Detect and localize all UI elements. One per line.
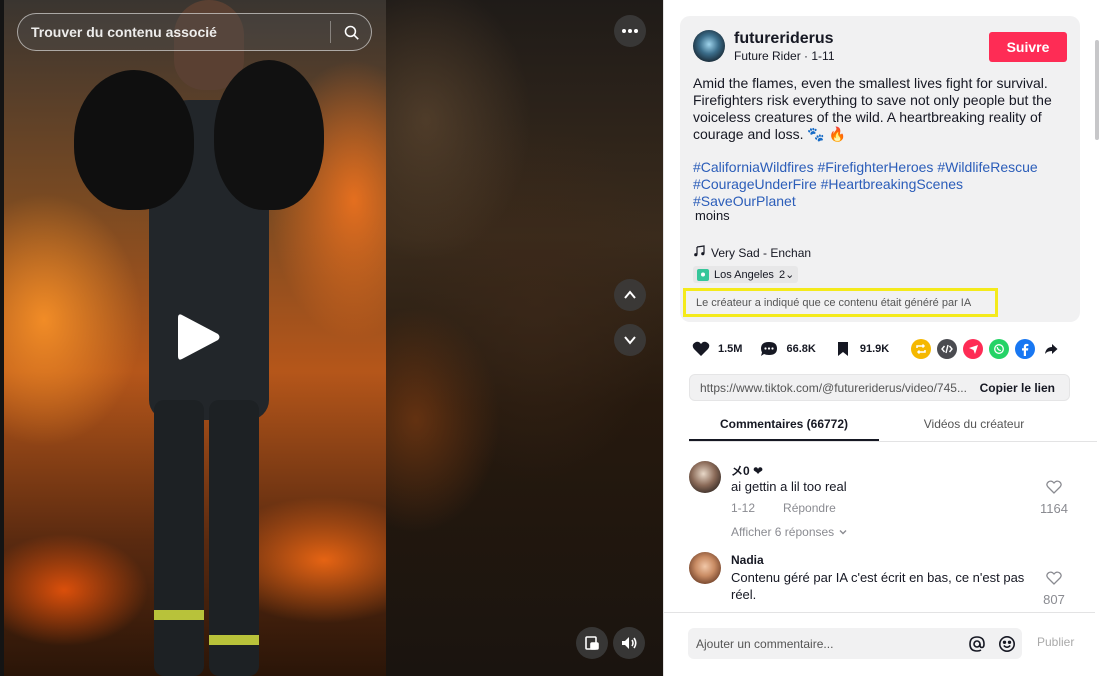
show-less-link[interactable]: moins [695, 208, 730, 223]
location-pin-icon [697, 268, 709, 281]
commenter-avatar[interactable] [689, 552, 721, 584]
related-search-bar[interactable] [17, 13, 372, 51]
author-username[interactable]: futureriderus [734, 30, 834, 48]
whatsapp-icon[interactable] [989, 339, 1010, 359]
comment-meta: 1-12 Répondre [731, 501, 836, 515]
reflective-stripe [154, 610, 204, 620]
figure-leg-left [154, 400, 204, 676]
bear-cub-left [74, 70, 194, 210]
picture-in-picture-icon[interactable] [576, 627, 608, 659]
comment-item: Nadia Contenu géré par IA c'est écrit en… [689, 552, 1074, 612]
copy-link-bar: https://www.tiktok.com/@futureriderus/vi… [689, 374, 1070, 401]
hashtag-link[interactable]: #SaveOurPlanet [693, 193, 796, 209]
tab-comments[interactable]: Commentaires (66772) [689, 408, 879, 441]
heart-icon [690, 338, 712, 360]
music-title: Very Sad - Enchan [711, 245, 812, 260]
comment-text: Contenu géré par IA c'est écrit en bas, … [731, 570, 1025, 602]
chevron-down-icon [838, 525, 848, 539]
hashtag-link[interactable]: #WildlifeRescue [937, 159, 1037, 175]
commenter-username[interactable]: メ0 ❤ [731, 462, 763, 479]
search-icon[interactable] [331, 14, 371, 50]
music-link[interactable]: Very Sad - Enchan [693, 245, 811, 260]
like-button[interactable]: 1.5M [690, 338, 742, 360]
commenter-username[interactable]: Nadia [731, 553, 764, 567]
play-icon[interactable] [176, 311, 222, 363]
author-avatar[interactable] [693, 30, 725, 62]
scrollbar-thumb[interactable] [1095, 40, 1099, 140]
bear-cub-right [214, 60, 324, 210]
save-count: 91.9K [859, 343, 890, 355]
location-name: Los Angeles [714, 268, 774, 281]
location-tag[interactable]: Los Angeles 2⌄ [693, 266, 799, 283]
hashtag-link[interactable]: #CaliforniaWildfires [693, 159, 814, 175]
comment-like-count: 1164 [1040, 501, 1068, 516]
reflective-stripe [209, 635, 259, 645]
chevron-down-icon[interactable] [614, 324, 646, 356]
view-replies-button[interactable]: Afficher 6 réponses [731, 525, 848, 539]
comment-icon [758, 338, 780, 360]
details-panel: futureriderus Future Rider · 1-11 Suivre… [663, 0, 1100, 676]
related-search-input[interactable] [18, 14, 330, 50]
more-options-icon[interactable] [614, 15, 646, 47]
scrollbar[interactable] [1094, 0, 1100, 676]
comment-like-count: 807 [1043, 592, 1065, 607]
reply-button[interactable]: Répondre [783, 501, 836, 515]
heart-outline-icon[interactable] [1034, 571, 1074, 590]
tab-creator-videos[interactable]: Vidéos du créateur [879, 408, 1069, 441]
hashtag-list: #CaliforniaWildfires #FirefighterHeroes … [693, 159, 1067, 210]
post-caption: Amid the flames, even the smallest lives… [693, 75, 1052, 142]
comment-input-box[interactable] [688, 628, 1022, 659]
commenter-avatar[interactable] [689, 461, 721, 493]
post-date: 1-11 [811, 49, 835, 63]
video-url: https://www.tiktok.com/@futureriderus/vi… [700, 380, 966, 395]
like-count: 1.5M [718, 343, 743, 355]
author-display-name: Future Rider [734, 49, 801, 63]
comment-date: 1-12 [731, 501, 756, 515]
repost-icon[interactable] [911, 339, 932, 359]
copy-link-button[interactable]: Copier le lien [966, 381, 1069, 395]
ai-generated-label: Le créateur a indiqué que ce contenu éta… [683, 288, 998, 317]
subline-separator: · [800, 49, 812, 63]
chevron-up-icon[interactable] [614, 279, 646, 311]
hashtag-link[interactable]: #CourageUnderFire [693, 176, 817, 192]
action-bar: 1.5M 66.8K 91.9K [690, 337, 1080, 361]
volume-icon[interactable] [613, 627, 645, 659]
hashtag-link[interactable]: #FirefighterHeroes [817, 159, 933, 175]
comment-input[interactable] [688, 636, 962, 651]
hashtag-link[interactable]: #HeartbreakingScenes [821, 176, 963, 192]
facebook-icon[interactable] [1015, 339, 1036, 359]
forward-icon[interactable] [1041, 339, 1061, 359]
emoji-icon[interactable] [992, 628, 1022, 659]
video-player[interactable] [0, 0, 663, 676]
music-note-icon [693, 245, 705, 260]
post-info-card: futureriderus Future Rider · 1-11 Suivre… [680, 16, 1080, 322]
comment-like: 807 [1034, 571, 1074, 607]
comment-like: 1164 [1034, 480, 1074, 516]
comment-count: 66.8K [786, 343, 816, 355]
author-subline: Future Rider · 1-11 [734, 49, 835, 63]
comment-composer: Publier [664, 612, 1095, 676]
save-button[interactable]: 91.9K [832, 338, 889, 360]
figure-leg-right [209, 400, 259, 676]
embed-icon[interactable] [937, 339, 958, 359]
mention-icon[interactable] [962, 628, 992, 659]
send-icon[interactable] [963, 339, 984, 359]
follow-button[interactable]: Suivre [989, 32, 1067, 62]
location-count-dropdown[interactable]: 2⌄ [779, 268, 794, 281]
publish-button[interactable]: Publier [1037, 635, 1074, 649]
comment-text: ai gettin a lil too real [731, 479, 847, 494]
heart-outline-icon[interactable] [1034, 480, 1074, 499]
comment-item: メ0 ❤ ai gettin a lil too real 1-12 Répon… [689, 461, 1074, 546]
bookmark-icon [832, 338, 854, 360]
comment-button[interactable]: 66.8K [758, 338, 816, 360]
comment-tabs: Commentaires (66772) Vidéos du créateur [689, 408, 1097, 442]
